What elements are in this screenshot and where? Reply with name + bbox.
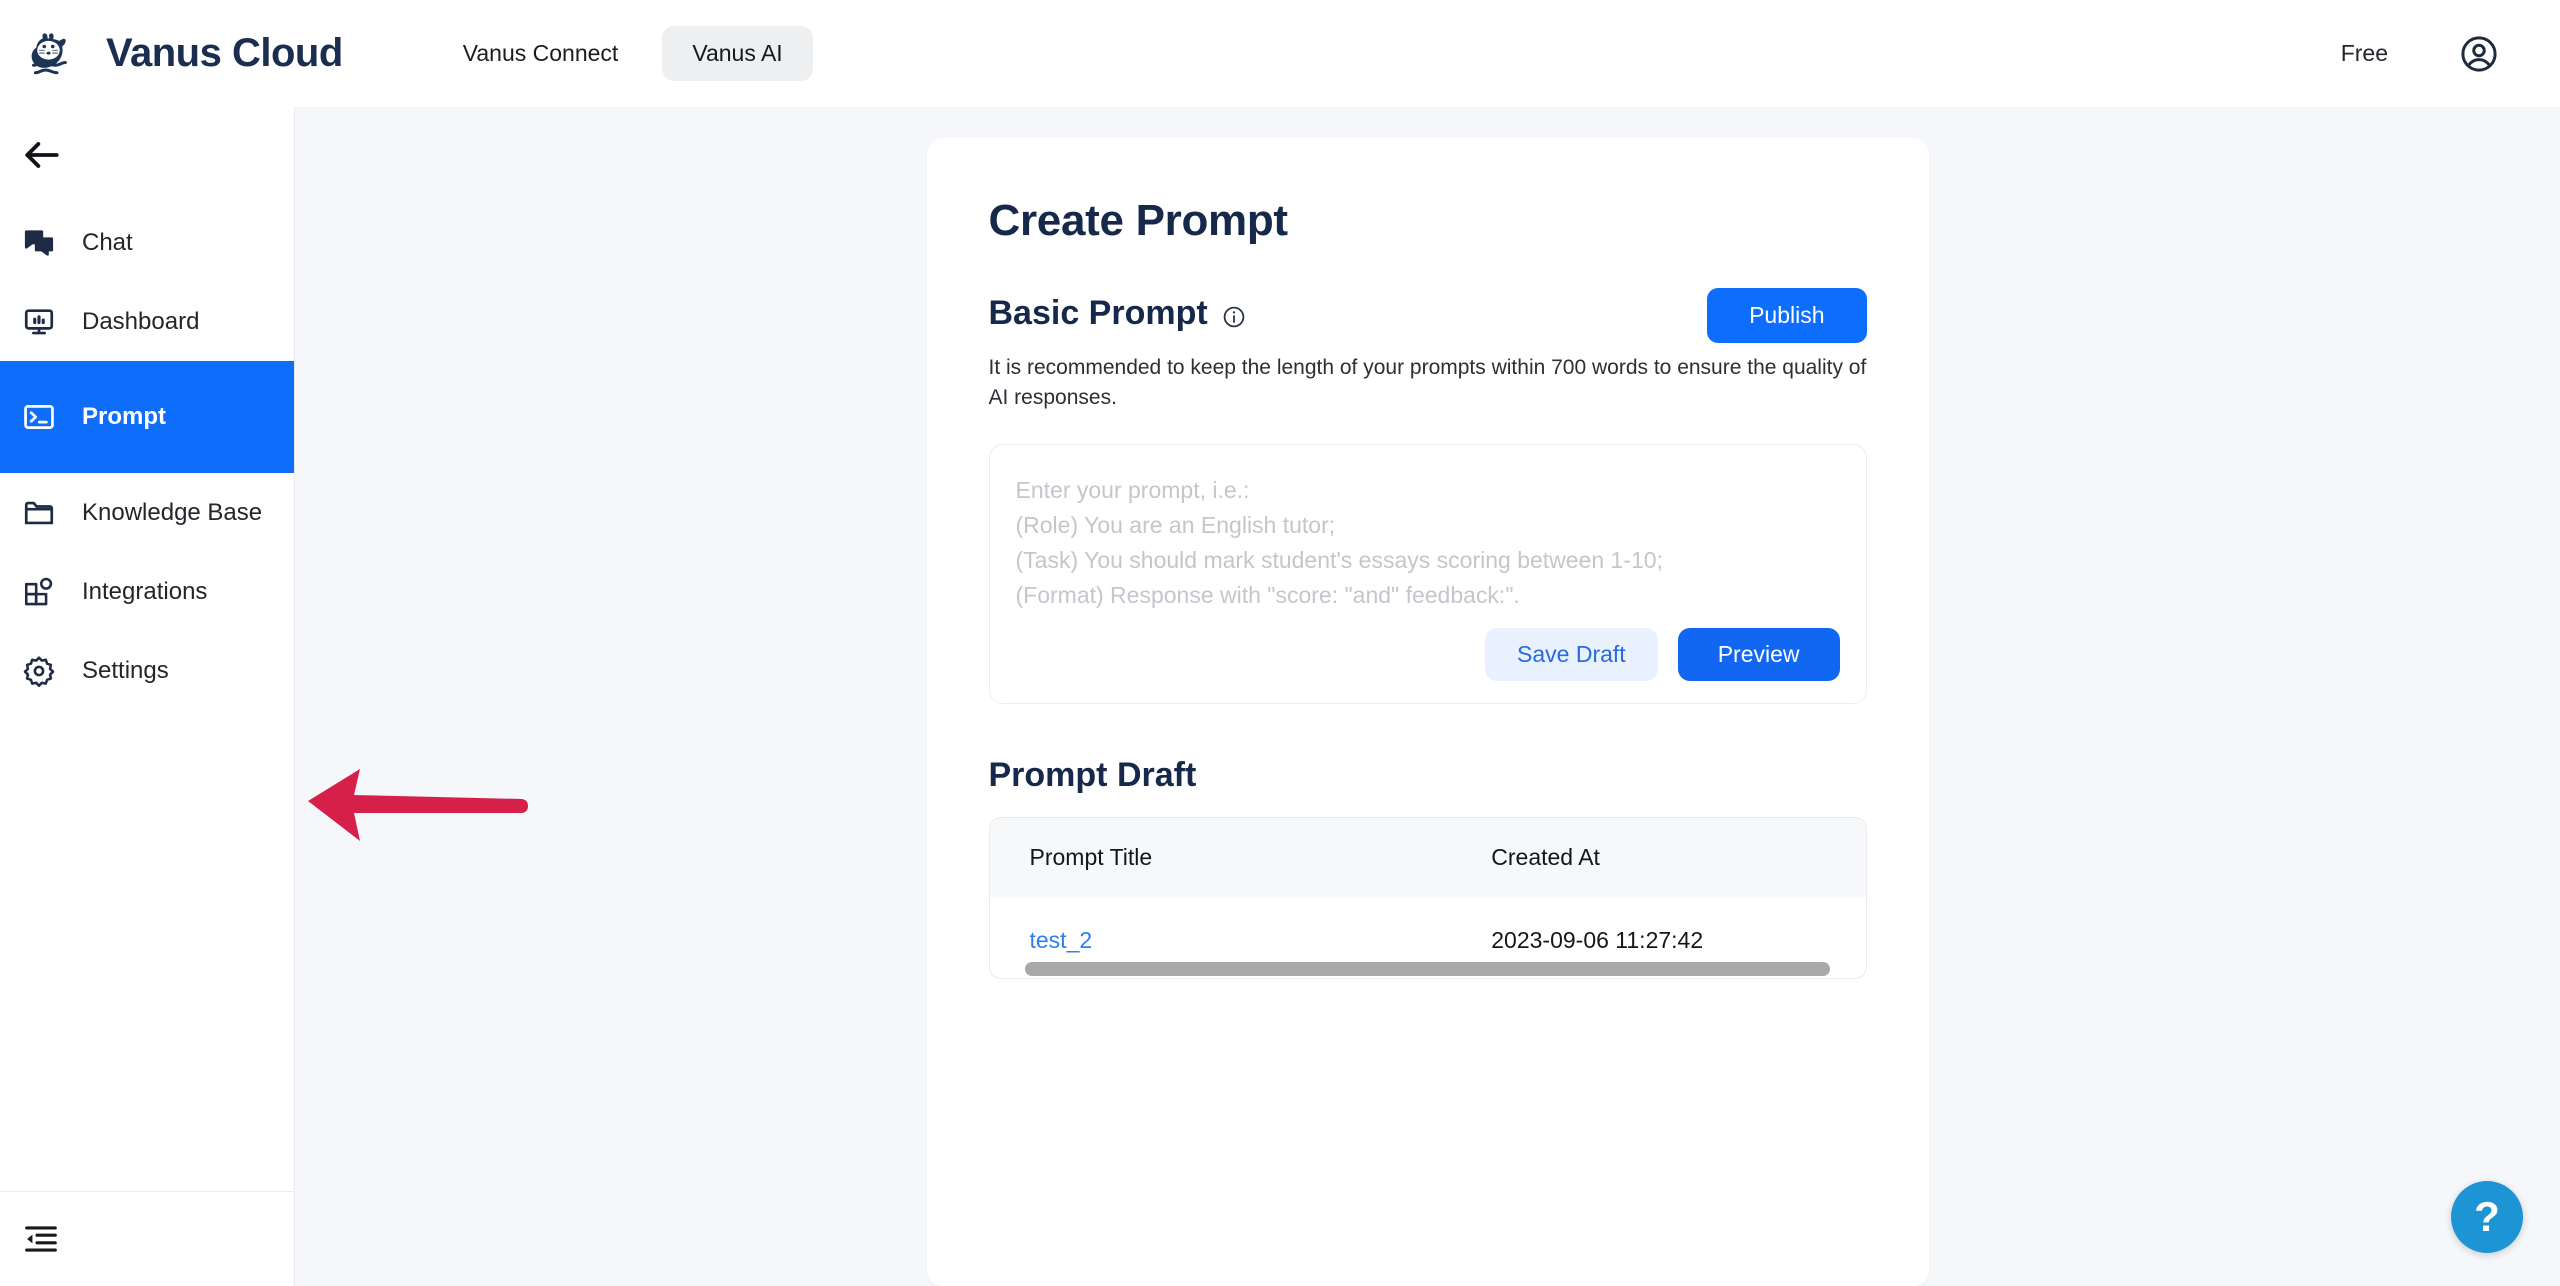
sidebar-nav: Chat Dashboard Prompt Knowledge Base Int… xyxy=(0,203,294,710)
monitor-chart-icon xyxy=(24,308,54,334)
brand[interactable]: Vanus Cloud xyxy=(26,24,343,84)
body: Chat Dashboard Prompt Knowledge Base Int… xyxy=(0,107,2560,1286)
sidebar-item-label-settings: Settings xyxy=(82,656,169,684)
top-nav: Vanus Connect Vanus AI xyxy=(433,26,813,81)
basic-prompt-helper-text: It is recommended to keep the length of … xyxy=(988,356,1867,410)
sidebar-item-integrations[interactable]: Integrations xyxy=(0,552,294,631)
preview-button[interactable]: Preview xyxy=(1677,627,1840,681)
gear-icon xyxy=(23,655,55,687)
top-nav-item-vanus-ai[interactable]: Vanus AI xyxy=(662,26,813,81)
prompt-draft-title: Prompt Draft xyxy=(988,755,1197,794)
page-title: Create Prompt xyxy=(988,196,1289,245)
cell-created-at: 2023-09-06 11:27:42 xyxy=(1205,896,1866,964)
blocks-icon xyxy=(24,577,53,605)
save-draft-button[interactable]: Save Draft xyxy=(1485,627,1658,681)
table-horizontal-scrollbar[interactable] xyxy=(1024,961,1831,976)
chat-bubbles-icon xyxy=(24,229,54,256)
prompt-textarea-placeholder[interactable]: Enter your prompt, i.e.: (Role) You are … xyxy=(1016,473,1840,614)
sidebar-item-label-prompt: Prompt xyxy=(82,403,166,430)
sidebar-item-label-chat: Chat xyxy=(82,228,133,256)
prompt-box-actions: Save Draft Preview xyxy=(1016,627,1840,681)
prompt-draft-table: Prompt Title Created At test_2 2023-09-0… xyxy=(989,817,1866,964)
arrow-left-icon[interactable] xyxy=(20,133,64,177)
info-circle-icon[interactable] xyxy=(1222,305,1246,329)
table-row[interactable]: test_2 2023-09-06 11:27:42 xyxy=(989,896,1866,964)
top-nav-item-vanus-connect[interactable]: Vanus Connect xyxy=(433,26,649,81)
brand-name: Vanus Cloud xyxy=(106,31,343,75)
table-head: Prompt Title Created At xyxy=(989,817,1866,897)
basic-prompt-title-wrap: Basic Prompt xyxy=(989,294,1246,333)
plan-badge: Free xyxy=(2340,40,2388,66)
column-header-created-at: Created At xyxy=(1205,817,1866,897)
top-bar: Vanus Cloud Vanus Connect Vanus AI Free xyxy=(0,0,2560,107)
table-header-row: Prompt Title Created At xyxy=(989,817,1866,897)
prompt-input-box[interactable]: Enter your prompt, i.e.: (Role) You are … xyxy=(988,443,1867,704)
folder-icon xyxy=(24,501,54,524)
cell-prompt-title[interactable]: test_2 xyxy=(989,896,1206,964)
sidebar-back xyxy=(0,107,294,203)
sidebar: Chat Dashboard Prompt Knowledge Base Int… xyxy=(0,107,295,1286)
publish-button[interactable]: Publish xyxy=(1707,288,1867,343)
sidebar-item-chat[interactable]: Chat xyxy=(0,203,294,282)
terminal-icon xyxy=(24,405,54,429)
sidebar-item-label-dashboard: Dashboard xyxy=(82,307,200,335)
basic-prompt-header: Basic Prompt Publish xyxy=(989,288,1867,343)
collapse-sidebar-icon[interactable] xyxy=(22,1220,60,1258)
sidebar-footer xyxy=(0,1191,294,1286)
table-body: test_2 2023-09-06 11:27:42 xyxy=(989,896,1866,964)
create-prompt-card: Create Prompt Basic Prompt Publish It is… xyxy=(926,138,1929,1286)
main-content: Create Prompt Basic Prompt Publish It is… xyxy=(295,107,2560,1286)
sidebar-item-label-integrations: Integrations xyxy=(82,577,208,605)
user-circle-icon[interactable] xyxy=(2458,33,2500,75)
app-root: Vanus Cloud Vanus Connect Vanus AI Free xyxy=(0,0,2560,1286)
sidebar-item-prompt[interactable]: Prompt xyxy=(0,361,294,473)
basic-prompt-title: Basic Prompt xyxy=(988,294,1208,332)
sidebar-item-label-knowledge-base: Knowledge Base xyxy=(82,498,263,526)
top-bar-right: Free xyxy=(2341,33,2500,75)
help-button[interactable]: ? xyxy=(2451,1181,2523,1253)
column-header-prompt-title: Prompt Title xyxy=(989,817,1206,897)
sidebar-item-knowledge-base[interactable]: Knowledge Base xyxy=(0,473,294,552)
seal-mascot-logo-icon xyxy=(31,32,67,74)
prompt-draft-table-wrap: Prompt Title Created At test_2 2023-09-0… xyxy=(988,816,1867,979)
sidebar-item-settings[interactable]: Settings xyxy=(0,631,294,710)
sidebar-item-dashboard[interactable]: Dashboard xyxy=(0,282,294,361)
